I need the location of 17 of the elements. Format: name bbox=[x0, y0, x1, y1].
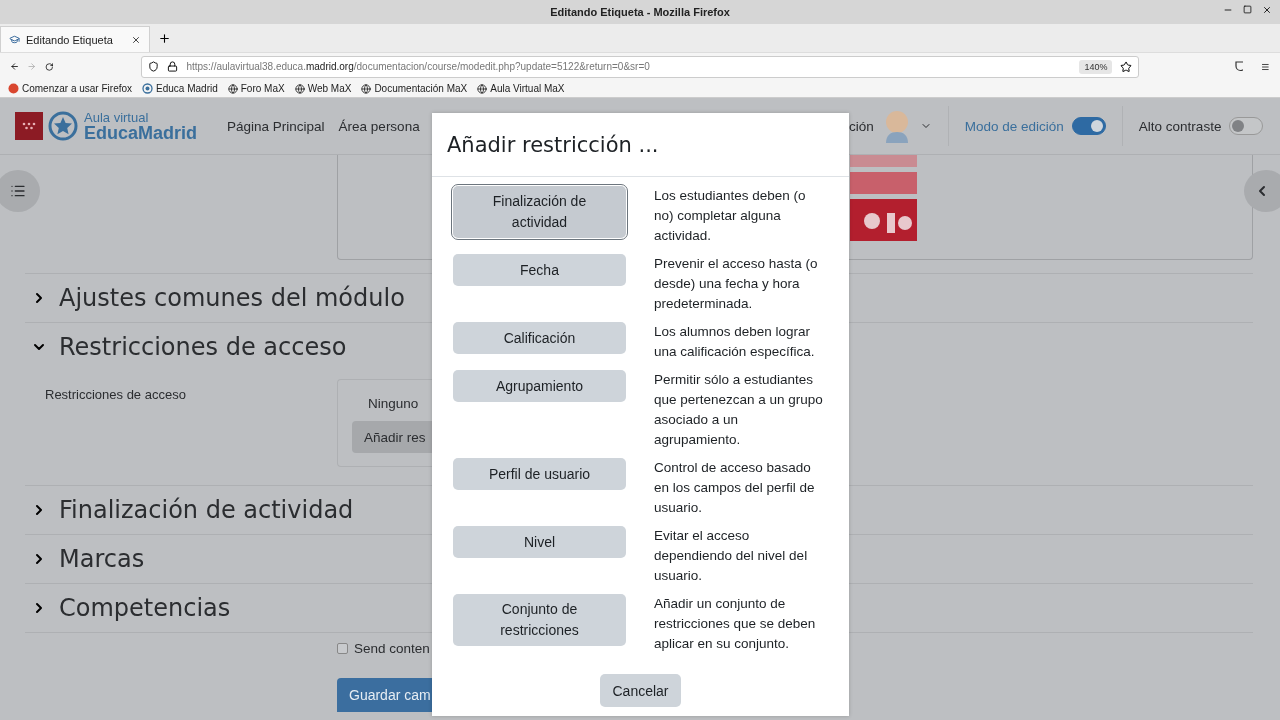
url-text: https://aulavirtual38.educa.madrid.org/documentacion/course/modedit.php?update=5122&return=0&sr=0 bbox=[186, 61, 651, 72]
restriction-description: Control de acceso basado en los campos del perfil de usuario. bbox=[654, 459, 816, 517]
restriction-description: Permitir sólo a estudiantes que pertenezcan a un grupo asociado a un agrupamiento. bbox=[654, 371, 824, 449]
field-label: Restricciones de acceso bbox=[44, 386, 187, 402]
restriction-description: Evitar el acceso dependiendo del nivel del usuario. bbox=[654, 527, 809, 585]
window-title: Editando Etiqueta - Mozilla Firefox bbox=[550, 6, 730, 18]
restriction-description: Añadir un conjunto de restricciones que se deben aplicar en su conjunto. bbox=[654, 595, 817, 653]
toggle-label: Alto contraste bbox=[1138, 118, 1222, 134]
restriction-description: Prevenir el acceso hasta (o desde) una fecha y hora predeterminada. bbox=[654, 255, 819, 313]
logo-subtitle: Aula virtual bbox=[84, 110, 150, 124]
dialog-title: Añadir restricción ... bbox=[447, 132, 659, 157]
toggle-label: Modo de edición bbox=[964, 118, 1064, 134]
restrictions-value: Ninguno bbox=[367, 396, 420, 411]
restriction-description: Los alumnos deben lograr una calificación específica. bbox=[654, 323, 816, 361]
logo-title: EducaMadrid bbox=[84, 123, 198, 142]
restriction-description: Los estudiantes deben (o no) completar alguna actividad. bbox=[654, 187, 807, 245]
checkbox-label: Send conten bbox=[354, 641, 430, 656]
